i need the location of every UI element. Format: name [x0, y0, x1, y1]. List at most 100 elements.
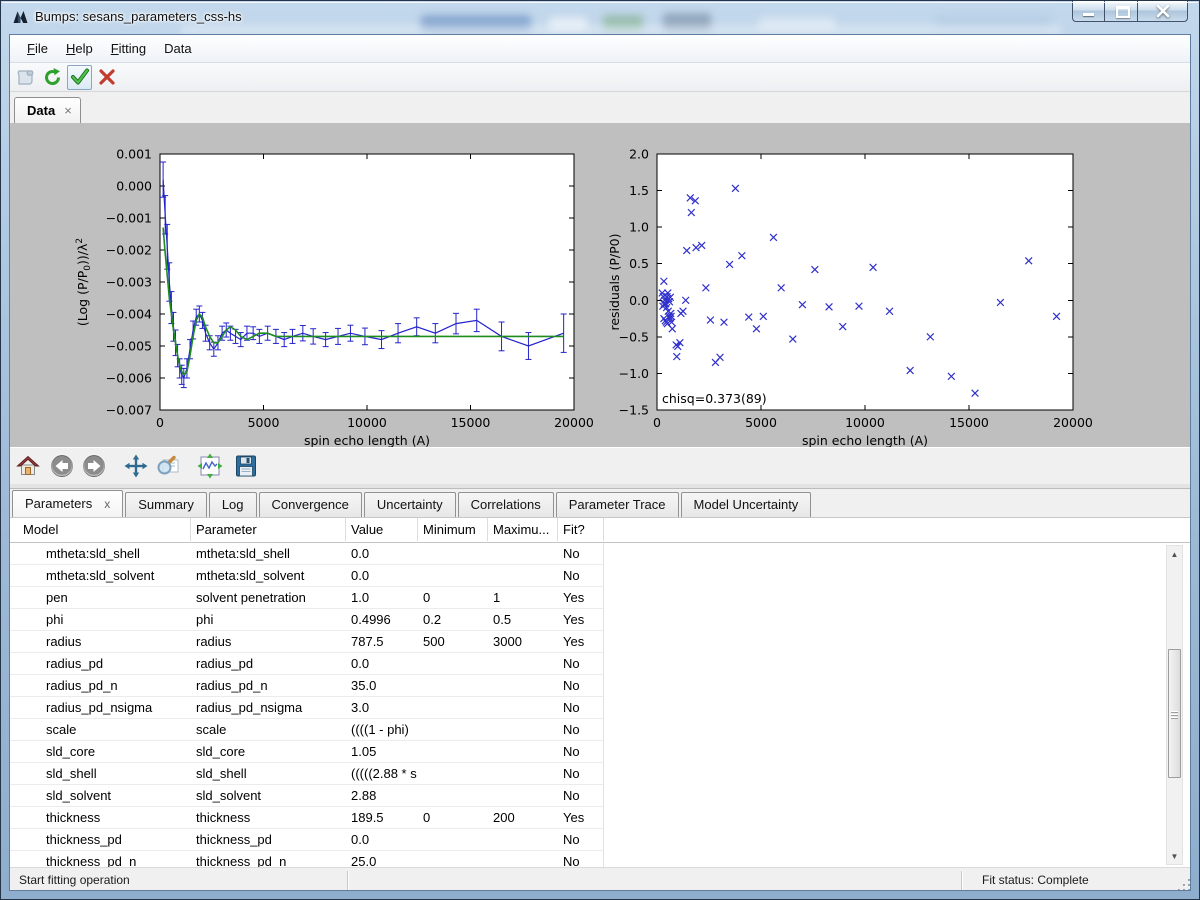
svg-text:10000: 10000 [347, 415, 387, 430]
table-row[interactable]: phiphi0.49960.20.5Yes [10, 609, 604, 631]
cell-model: thickness_pd [10, 829, 191, 850]
table-row[interactable]: mtheta:sld_solventmtheta:sld_solvent0.0N… [10, 565, 604, 587]
cell-fit: No [558, 851, 604, 867]
close-button[interactable] [1138, 1, 1188, 22]
table-row[interactable]: sld_coresld_core1.05No [10, 741, 604, 763]
accept-fit-button[interactable] [67, 65, 92, 90]
menu-file[interactable]: File [18, 35, 57, 62]
table-row[interactable]: radiusradius787.55003000Yes [10, 631, 604, 653]
column-header-fit[interactable]: Fit? [558, 518, 604, 541]
column-header-parameter[interactable]: Parameter [191, 518, 346, 541]
menu-fitting[interactable]: Fitting [102, 35, 155, 62]
svg-text:10000: 10000 [845, 415, 885, 430]
console-log-button[interactable] [13, 65, 38, 90]
table-row[interactable]: pensolvent penetration1.001Yes [10, 587, 604, 609]
tab-uncertainty[interactable]: Uncertainty [364, 492, 456, 517]
tab-summary[interactable]: Summary [125, 492, 207, 517]
tab-data[interactable]: Data × [14, 97, 81, 123]
table-header: ModelParameterValueMinimumMaximu...Fit? [10, 518, 1191, 543]
tab-convergence[interactable]: Convergence [259, 492, 362, 517]
fit-status: Fit status: Complete [973, 868, 1089, 891]
menu-help[interactable]: Help [57, 35, 102, 62]
cell-parameter: phi [191, 609, 346, 630]
cell-parameter: mtheta:sld_shell [191, 543, 346, 564]
status-message: Start fitting operation [10, 868, 130, 891]
mpl-save-button[interactable] [232, 452, 260, 480]
document-tabstrip: Data × [10, 92, 1190, 124]
svg-text:15000: 15000 [451, 415, 491, 430]
table-row[interactable]: radius_pd_nsigmaradius_pd_nsigma3.0No [10, 697, 604, 719]
app-icon [12, 9, 29, 26]
cell-minimum: 500 [418, 631, 488, 652]
svg-text:−0.002: −0.002 [106, 243, 152, 258]
column-header-model[interactable]: Model [10, 518, 191, 541]
minimize-button[interactable] [1072, 1, 1104, 22]
cell-fit: No [558, 565, 604, 586]
cell-parameter: radius [191, 631, 346, 652]
cell-fit: No [558, 785, 604, 806]
table-row[interactable]: sld_solventsld_solvent2.88No [10, 785, 604, 807]
table-row[interactable]: thicknessthickness189.50200Yes [10, 807, 604, 829]
cell-parameter: thickness_pd [191, 829, 346, 850]
title-bar[interactable]: Bumps: sesans_parameters_css-hs [1, 1, 1199, 34]
minimize-icon [1083, 13, 1094, 16]
svg-text:−0.001: −0.001 [106, 211, 152, 226]
table-row[interactable]: mtheta:sld_shellmtheta:sld_shell0.0No [10, 543, 604, 565]
table-scrollbar[interactable]: ▲ ▼ [1166, 545, 1183, 865]
cell-parameter: sld_solvent [191, 785, 346, 806]
tab-model-uncertainty[interactable]: Model Uncertainty [681, 492, 812, 517]
mpl-home-button[interactable] [14, 452, 42, 480]
scroll-down-button[interactable]: ▼ [1167, 848, 1182, 864]
column-header-value[interactable]: Value [346, 518, 418, 541]
save-icon [233, 453, 259, 479]
svg-text:5000: 5000 [248, 415, 280, 430]
table-row[interactable]: scalescale((((1 - phi)No [10, 719, 604, 741]
menu-data[interactable]: Data [155, 35, 200, 62]
mpl-zoom-button[interactable] [154, 452, 182, 480]
figure-canvas[interactable]: 050001000015000200000.0010.000−0.001−0.0… [10, 123, 1191, 447]
cell-minimum: 0.2 [418, 609, 488, 630]
cell-model: scale [10, 719, 191, 740]
tab-correlations[interactable]: Correlations [458, 492, 554, 517]
cell-minimum [418, 741, 488, 762]
mpl-subplots-button[interactable] [196, 452, 224, 480]
column-header-minimum[interactable]: Minimum [418, 518, 488, 541]
tab-close-icon[interactable]: × [64, 103, 72, 118]
close-icon [1138, 1, 1188, 22]
restart-fit-button[interactable] [40, 65, 65, 90]
cell-value: 0.4996 [346, 609, 418, 630]
mpl-forward-button[interactable] [80, 452, 108, 480]
forward-arrow-icon [81, 453, 107, 479]
table-row[interactable]: radius_pdradius_pd0.0No [10, 653, 604, 675]
table-row[interactable]: sld_shellsld_shell(((((2.88 * sNo [10, 763, 604, 785]
tab-close-icon[interactable]: x [104, 497, 110, 511]
mpl-back-button[interactable] [48, 452, 76, 480]
cell-value: 0.0 [346, 653, 418, 674]
figure-panel: 050001000015000200000.0010.000−0.001−0.0… [10, 123, 1191, 447]
scroll-up-button[interactable]: ▲ [1167, 546, 1182, 562]
cell-fit: Yes [558, 631, 604, 652]
svg-text:2.0: 2.0 [629, 147, 649, 162]
scroll-thumb[interactable] [1168, 649, 1181, 778]
column-header-maximu[interactable]: Maximu... [488, 518, 558, 541]
tab-parameter-trace[interactable]: Parameter Trace [556, 492, 679, 517]
mpl-pan-button[interactable] [122, 452, 150, 480]
svg-text:−0.003: −0.003 [106, 275, 152, 290]
accept-check-icon [70, 67, 90, 87]
cell-model: thickness_pd_n [10, 851, 191, 867]
svg-text:0: 0 [653, 415, 661, 430]
table-row[interactable]: radius_pd_nradius_pd_n35.0No [10, 675, 604, 697]
pan-move-icon [123, 453, 149, 479]
table-row[interactable]: thickness_pdthickness_pd0.0No [10, 829, 604, 851]
resize-grip-icon[interactable] [1177, 878, 1190, 891]
cancel-fit-button[interactable] [94, 65, 119, 90]
maximize-button[interactable] [1104, 1, 1138, 22]
cell-minimum [418, 565, 488, 586]
tab-parameters[interactable]: Parametersx [12, 490, 123, 517]
table-row[interactable]: thickness_pd_nthickness_pd_n25.0No [10, 851, 604, 867]
cell-value: 0.0 [346, 543, 418, 564]
configure-subplots-icon [197, 453, 223, 479]
cell-model: mtheta:sld_shell [10, 543, 191, 564]
tab-log[interactable]: Log [209, 492, 257, 517]
cell-value: 3.0 [346, 697, 418, 718]
